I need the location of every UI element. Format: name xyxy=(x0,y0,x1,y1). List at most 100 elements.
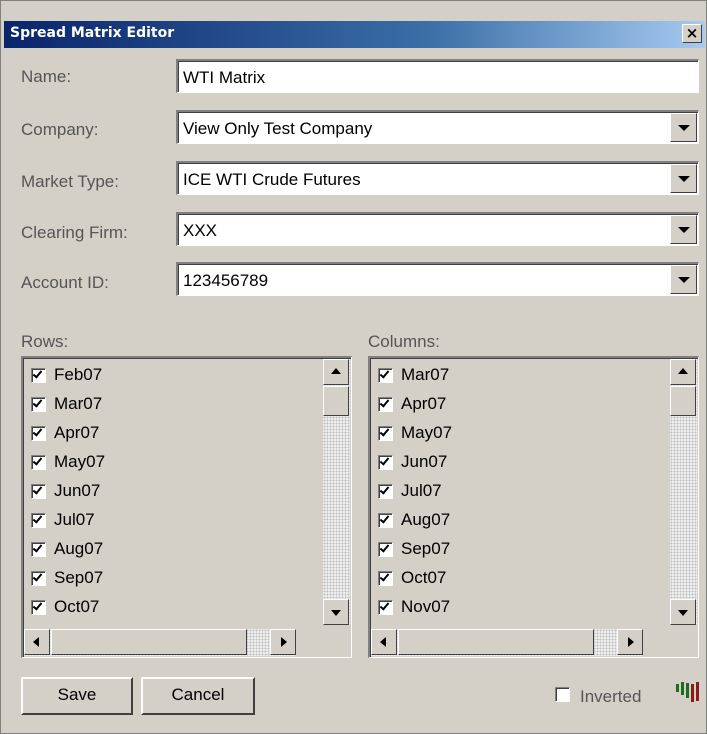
arrow-up-icon xyxy=(331,368,341,374)
list-item-checkbox[interactable] xyxy=(31,542,46,557)
rows-scroll-up-button[interactable] xyxy=(323,359,349,385)
list-item-checkbox[interactable] xyxy=(378,600,393,615)
list-item[interactable]: Jun07 xyxy=(374,448,670,477)
checkmark-icon xyxy=(32,484,43,495)
list-item[interactable]: Mar07 xyxy=(374,361,670,390)
list-item[interactable]: Aug07 xyxy=(374,506,670,535)
rows-horizontal-scroll-thumb[interactable] xyxy=(51,629,247,655)
checkmark-icon xyxy=(379,426,390,437)
list-item[interactable]: Mar07 xyxy=(27,390,323,419)
arrow-left-icon xyxy=(380,637,386,647)
list-item[interactable]: May07 xyxy=(27,448,323,477)
list-item[interactable]: Nov07 xyxy=(374,593,670,622)
checkmark-icon xyxy=(32,513,43,524)
close-button[interactable]: × xyxy=(682,24,702,43)
arrow-left-icon xyxy=(33,637,39,647)
list-item[interactable]: Oct07 xyxy=(374,564,670,593)
list-item[interactable]: Apr07 xyxy=(27,419,323,448)
columns-scroll-left-button[interactable] xyxy=(371,629,397,655)
save-button[interactable]: Save xyxy=(21,677,133,715)
list-item-checkbox[interactable] xyxy=(378,542,393,557)
list-item-label: Jun07 xyxy=(54,481,101,500)
company-label: Company: xyxy=(21,120,99,139)
list-item-checkbox[interactable] xyxy=(31,397,46,412)
company-dropdown-button[interactable] xyxy=(670,113,697,142)
rows-scroll-down-button[interactable] xyxy=(323,599,349,625)
close-icon: × xyxy=(685,24,699,42)
list-item[interactable]: Jul07 xyxy=(27,506,323,535)
arrow-right-icon xyxy=(628,637,634,647)
clearing-firm-select[interactable]: XXX xyxy=(176,212,699,246)
rows-horizontal-scrollbar[interactable] xyxy=(24,629,296,656)
list-item-label: Oct07 xyxy=(54,597,100,616)
columns-scroll-up-button[interactable] xyxy=(670,359,696,385)
list-item-label: Feb07 xyxy=(54,365,103,384)
list-item[interactable]: May07 xyxy=(374,419,670,448)
rows-listbox[interactable]: Feb07 Mar07 Apr07 May07 Jun07 Jul07 Aug07 Sep07… xyxy=(21,356,352,658)
columns-scroll-down-button[interactable] xyxy=(670,599,696,625)
rows-vertical-scrollbar[interactable] xyxy=(323,359,350,625)
list-item-checkbox[interactable] xyxy=(378,455,393,470)
checkmark-icon xyxy=(379,513,390,524)
title-bar[interactable]: Spread Matrix Editor × xyxy=(4,21,705,48)
window-title: Spread Matrix Editor xyxy=(10,25,175,41)
checkmark-icon xyxy=(379,571,390,582)
chevron-down-icon xyxy=(677,226,690,233)
list-item-checkbox[interactable] xyxy=(31,571,46,586)
rows-label: Rows: xyxy=(21,332,69,351)
clearing-firm-dropdown-button[interactable] xyxy=(670,215,697,244)
list-item[interactable]: Jun07 xyxy=(27,477,323,506)
account-id-select[interactable]: 123456789 xyxy=(176,262,699,296)
chevron-down-icon xyxy=(677,124,690,131)
columns-label: Columns: xyxy=(368,332,440,351)
list-item-checkbox[interactable] xyxy=(378,571,393,586)
rows-scroll-left-button[interactable] xyxy=(24,629,50,655)
list-item-checkbox[interactable] xyxy=(31,484,46,499)
cancel-button[interactable]: Cancel xyxy=(141,677,255,715)
checkmark-icon xyxy=(379,600,390,611)
market-type-dropdown-button[interactable] xyxy=(670,164,697,193)
rows-scroll-corner xyxy=(323,629,350,656)
list-item-checkbox[interactable] xyxy=(31,455,46,470)
list-item-checkbox[interactable] xyxy=(31,426,46,441)
account-id-dropdown-button[interactable] xyxy=(670,265,697,294)
checkmark-icon xyxy=(379,455,390,466)
list-item[interactable]: Sep07 xyxy=(374,535,670,564)
list-item[interactable]: Sep07 xyxy=(27,564,323,593)
list-item-checkbox[interactable] xyxy=(378,484,393,499)
list-item-checkbox[interactable] xyxy=(31,513,46,528)
list-item-label: Oct07 xyxy=(401,568,447,587)
list-item-label: May07 xyxy=(54,452,106,471)
list-item-checkbox[interactable] xyxy=(31,600,46,615)
rows-scroll-right-button[interactable] xyxy=(270,629,296,655)
list-item[interactable]: Jul07 xyxy=(374,477,670,506)
list-item[interactable]: Aug07 xyxy=(27,535,323,564)
list-item-checkbox[interactable] xyxy=(378,426,393,441)
rows-vertical-scroll-thumb[interactable] xyxy=(323,386,349,416)
checkmark-icon xyxy=(379,397,390,408)
list-item[interactable]: Apr07 xyxy=(374,390,670,419)
columns-vertical-scrollbar[interactable] xyxy=(670,359,697,625)
checkmark-icon xyxy=(379,542,390,553)
list-item-checkbox[interactable] xyxy=(378,368,393,383)
list-item-label: Apr07 xyxy=(54,423,100,442)
list-item[interactable]: Oct07 xyxy=(27,593,323,622)
columns-horizontal-scrollbar[interactable] xyxy=(371,629,643,656)
columns-vertical-scroll-thumb[interactable] xyxy=(670,386,696,416)
list-item-label: Aug07 xyxy=(401,510,451,529)
market-type-select-value: ICE WTI Crude Futures xyxy=(183,170,361,189)
inverted-checkbox[interactable] xyxy=(555,687,570,702)
columns-horizontal-scroll-thumb[interactable] xyxy=(398,629,594,655)
columns-scroll-right-button[interactable] xyxy=(617,629,643,655)
columns-listbox[interactable]: Mar07 Apr07 May07 Jun07 Jul07 Aug07 Sep07 Oct07… xyxy=(368,356,699,658)
name-field[interactable]: WTI Matrix xyxy=(176,59,699,93)
list-item-checkbox[interactable] xyxy=(378,513,393,528)
market-type-select[interactable]: ICE WTI Crude Futures xyxy=(176,161,699,195)
checkmark-icon xyxy=(32,571,43,582)
company-select[interactable]: View Only Test Company xyxy=(176,110,699,144)
list-item-label: Mar07 xyxy=(54,394,103,413)
list-item-checkbox[interactable] xyxy=(31,368,46,383)
list-item[interactable]: Feb07 xyxy=(27,361,323,390)
list-item-label: Jul07 xyxy=(401,481,442,500)
list-item-checkbox[interactable] xyxy=(378,397,393,412)
